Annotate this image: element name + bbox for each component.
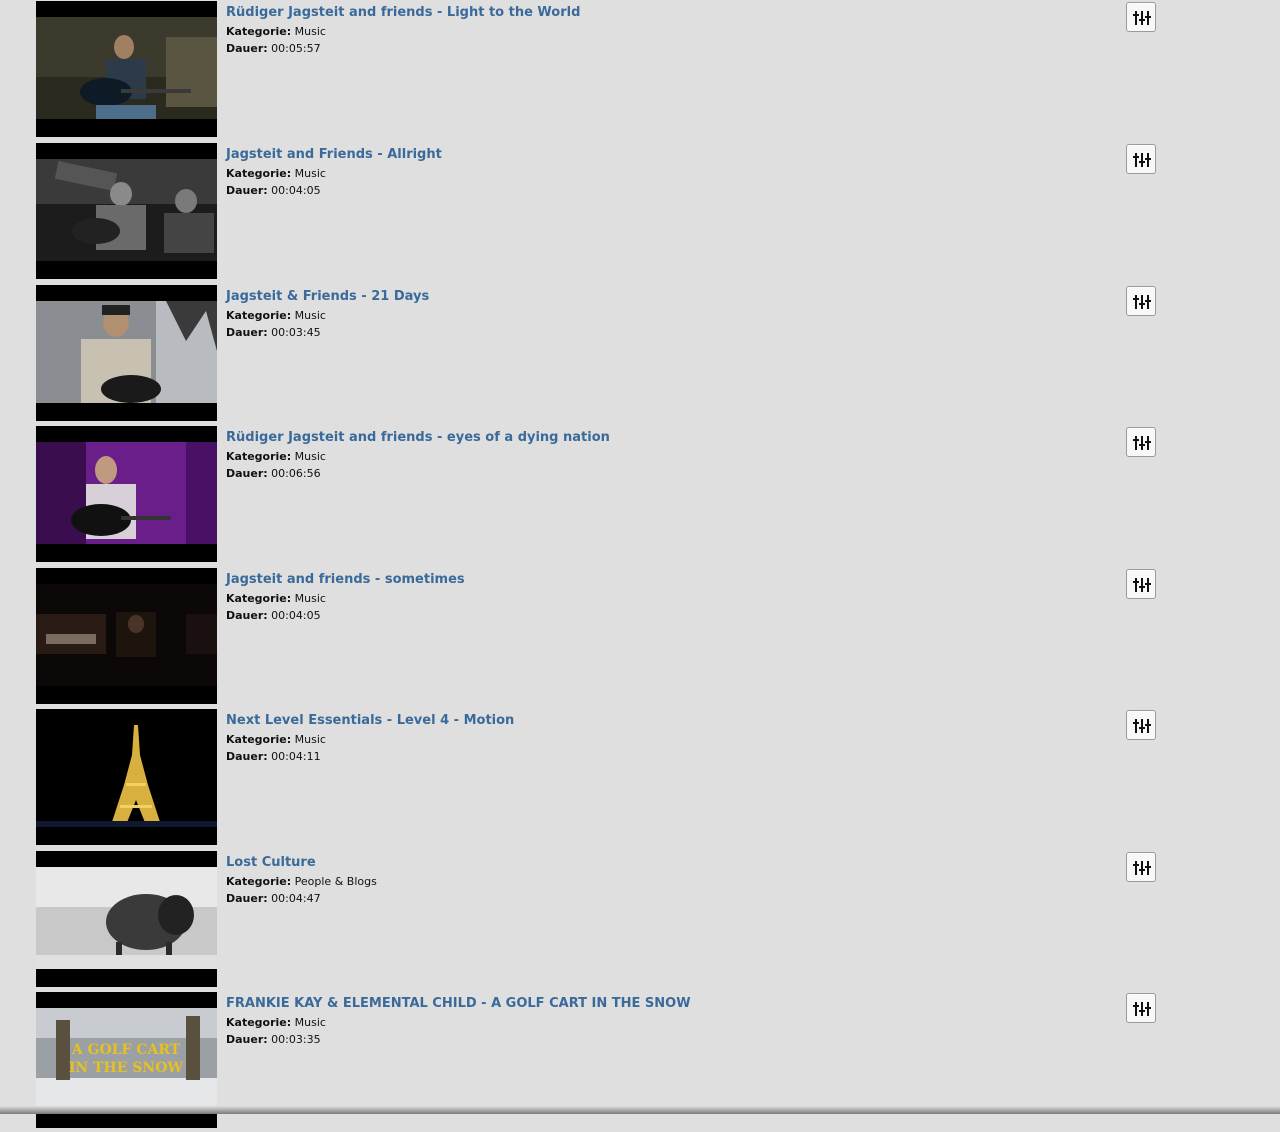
video-thumbnail[interactable] [36, 851, 217, 987]
duration-value: 00:04:47 [271, 892, 321, 905]
sliders-icon [1133, 719, 1151, 733]
duo-stage-image [36, 159, 217, 261]
duration-label: Dauer: [226, 467, 268, 480]
video-thumbnail[interactable] [36, 568, 217, 704]
video-thumbnail[interactable] [36, 285, 217, 421]
sliders-icon [1133, 578, 1151, 592]
duration-value: 00:06:56 [271, 467, 321, 480]
category-label: Kategorie: [226, 25, 292, 38]
video-category: Kategorie: Music [226, 309, 326, 322]
duration-value: 00:03:45 [271, 326, 321, 339]
duration-label: Dauer: [226, 42, 268, 55]
duration-label: Dauer: [226, 609, 268, 622]
options-button[interactable] [1126, 286, 1156, 316]
duration-value: 00:05:57 [271, 42, 321, 55]
category-value: Music [294, 309, 326, 322]
golf-cart-snow-image: A GOLF CART IN THE SNOW [36, 1008, 217, 1110]
video-thumbnail[interactable] [36, 709, 217, 845]
sliders-icon [1133, 861, 1151, 875]
options-button[interactable] [1126, 710, 1156, 740]
video-title-link[interactable]: FRANKIE KAY & ELEMENTAL CHILD - A GOLF C… [226, 996, 691, 1011]
options-button[interactable] [1126, 427, 1156, 457]
video-category: Kategorie: Music [226, 592, 326, 605]
category-label: Kategorie: [226, 309, 292, 322]
category-value: Music [294, 450, 326, 463]
sliders-icon [1133, 436, 1151, 450]
duration-value: 00:04:05 [271, 184, 321, 197]
thumb-caption-line-2: IN THE SNOW [69, 1060, 184, 1076]
video-title-link[interactable]: Next Level Essentials - Level 4 - Motion [226, 713, 514, 728]
video-row: Rüdiger Jagsteit and friends - eyes of a… [0, 425, 1280, 566]
video-duration: Dauer: 00:04:05 [226, 184, 321, 197]
video-title-link[interactable]: Rüdiger Jagsteit and friends - eyes of a… [226, 430, 610, 445]
category-label: Kategorie: [226, 733, 292, 746]
bison-image [36, 867, 217, 969]
video-category: Kategorie: People & Blogs [226, 875, 377, 888]
guitarist-image [36, 17, 217, 119]
category-label: Kategorie: [226, 1016, 292, 1029]
video-category: Kategorie: Music [226, 733, 326, 746]
video-duration: Dauer: 00:04:11 [226, 750, 321, 763]
category-value: People & Blogs [294, 875, 377, 888]
video-title-link[interactable]: Jagsteit and friends - sometimes [226, 572, 465, 587]
video-row: Jagsteit and friends - sometimes Kategor… [0, 567, 1280, 708]
category-value: Music [294, 25, 326, 38]
video-row: Jagsteit and Friends - Allright Kategori… [0, 142, 1280, 283]
duration-label: Dauer: [226, 184, 268, 197]
video-title-link[interactable]: Jagsteit and Friends - Allright [226, 147, 442, 162]
purple-stage-image [36, 442, 217, 544]
video-category: Kategorie: Music [226, 1016, 326, 1029]
video-duration: Dauer: 00:05:57 [226, 42, 321, 55]
video-row: Rüdiger Jagsteit and friends - Light to … [0, 0, 1280, 141]
duration-label: Dauer: [226, 326, 268, 339]
video-row: Next Level Essentials - Level 4 - Motion… [0, 708, 1280, 849]
category-label: Kategorie: [226, 875, 292, 888]
thumb-caption-line-1: A GOLF CART [71, 1042, 181, 1058]
category-label: Kategorie: [226, 450, 292, 463]
duration-value: 00:03:35 [271, 1033, 321, 1046]
options-button[interactable] [1126, 569, 1156, 599]
video-duration: Dauer: 00:04:47 [226, 892, 321, 905]
video-row: Jagsteit & Friends - 21 Days Kategorie: … [0, 284, 1280, 425]
category-label: Kategorie: [226, 167, 292, 180]
video-title-link[interactable]: Rüdiger Jagsteit and friends - Light to … [226, 5, 580, 20]
category-value: Music [294, 167, 326, 180]
duration-value: 00:04:11 [271, 750, 321, 763]
video-duration: Dauer: 00:06:56 [226, 467, 321, 480]
sliders-icon [1133, 11, 1151, 25]
category-value: Music [294, 592, 326, 605]
category-label: Kategorie: [226, 592, 292, 605]
category-value: Music [294, 733, 326, 746]
video-title-link[interactable]: Jagsteit & Friends - 21 Days [226, 289, 429, 304]
bottom-edge-shadow [0, 1106, 1280, 1114]
options-button[interactable] [1126, 144, 1156, 174]
options-button[interactable] [1126, 852, 1156, 882]
video-duration: Dauer: 00:04:05 [226, 609, 321, 622]
outdoor-guitarist-image [36, 301, 217, 403]
duration-label: Dauer: [226, 892, 268, 905]
video-category: Kategorie: Music [226, 25, 326, 38]
sliders-icon [1133, 295, 1151, 309]
duration-label: Dauer: [226, 1033, 268, 1046]
video-row: Lost Culture Kategorie: People & Blogs D… [0, 850, 1280, 991]
options-button[interactable] [1126, 993, 1156, 1023]
video-category: Kategorie: Music [226, 167, 326, 180]
video-category: Kategorie: Music [226, 450, 326, 463]
video-thumbnail[interactable] [36, 426, 217, 562]
category-value: Music [294, 1016, 326, 1029]
duration-label: Dauer: [226, 750, 268, 763]
duration-value: 00:04:05 [271, 609, 321, 622]
options-button[interactable] [1126, 2, 1156, 32]
video-duration: Dauer: 00:03:45 [226, 326, 321, 339]
video-thumbnail[interactable] [36, 143, 217, 279]
sliders-icon [1133, 1002, 1151, 1016]
video-duration: Dauer: 00:03:35 [226, 1033, 321, 1046]
video-thumbnail[interactable] [36, 1, 217, 137]
sliders-icon [1133, 153, 1151, 167]
video-title-link[interactable]: Lost Culture [226, 855, 316, 870]
dark-piano-image [36, 584, 217, 686]
eiffel-tower-image [36, 725, 217, 827]
